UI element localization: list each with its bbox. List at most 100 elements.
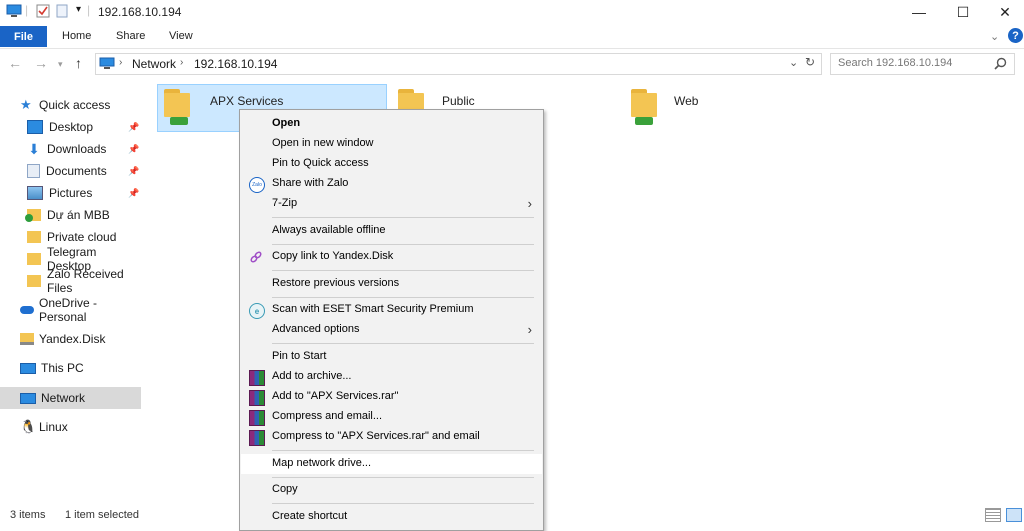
sidebar-item-zalo-received-files[interactable]: Zalo Received Files [0, 267, 141, 295]
large-icons-view-icon[interactable] [1006, 508, 1022, 522]
sidebar-item-downloads[interactable]: ⬇ Downloads 📌 [0, 138, 141, 160]
menu-item-open-new-window[interactable]: Open in new window [241, 134, 542, 154]
menu-item-label: Add to archive... [272, 370, 352, 382]
pictures-icon [27, 186, 43, 200]
tab-home[interactable]: Home [62, 30, 91, 42]
status-selection: 1 item selected [65, 509, 139, 521]
menu-item-compress-email[interactable]: Compress and email... [241, 407, 542, 427]
maximize-button[interactable]: ☐ [940, 0, 986, 24]
menu-item-map-network-drive[interactable]: Map network drive... [241, 454, 542, 474]
network-icon [20, 392, 36, 404]
sidebar-item-du-an-mbb[interactable]: Dự án MBB [0, 204, 141, 226]
title-bar: | ▾ | 192.168.10.194 — ☐ ✕ [0, 0, 1024, 24]
menu-item-open[interactable]: Open [241, 114, 542, 134]
menu-item-label: Share with Zalo [272, 177, 349, 189]
menu-item-pin-quick-access[interactable]: Pin to Quick access [241, 154, 542, 174]
menu-item-label: Copy link to Yandex.Disk [272, 250, 394, 262]
sidebar-item-onedrive[interactable]: OneDrive - Personal [0, 296, 141, 324]
details-view-icon[interactable] [985, 508, 1001, 522]
menu-separator [272, 477, 534, 478]
sidebar-item-pictures[interactable]: Pictures 📌 [0, 182, 141, 204]
tab-view[interactable]: View [169, 30, 193, 42]
menu-item-copy-yandex-link[interactable]: Copy link to Yandex.Disk [241, 247, 542, 267]
menu-separator [272, 450, 534, 451]
search-icon[interactable] [994, 57, 1007, 70]
sidebar-item-label: Documents [46, 164, 107, 178]
context-menu: Open Open in new window Pin to Quick acc… [239, 109, 544, 531]
menu-item-share-zalo[interactable]: Zalo Share with Zalo [241, 174, 542, 194]
refresh-icon[interactable]: ↻ [805, 55, 815, 69]
help-icon[interactable]: ? [1008, 28, 1023, 43]
minimize-button[interactable]: — [896, 0, 942, 24]
sidebar-item-label: Downloads [47, 142, 107, 156]
yandex-disk-icon [20, 333, 34, 345]
computer-icon[interactable] [6, 4, 22, 18]
file-label: Public [442, 94, 475, 108]
menu-item-advanced-options[interactable]: Advanced options › [241, 320, 542, 340]
sidebar-item-desktop[interactable]: Desktop 📌 [0, 116, 141, 138]
sidebar-item-network[interactable]: Network [0, 387, 141, 409]
breadcrumb-separator-icon: › [180, 57, 184, 68]
sidebar-item-label: OneDrive - Personal [39, 296, 98, 324]
menu-item-eset-scan[interactable]: e Scan with ESET Smart Security Premium [241, 300, 542, 320]
sidebar-item-label: Linux [39, 420, 68, 434]
network-share-overlay-icon [170, 117, 188, 125]
menu-item-restore-versions[interactable]: Restore previous versions [241, 274, 542, 294]
menu-item-always-offline[interactable]: Always available offline [241, 221, 542, 241]
sidebar-item-label: Network [41, 391, 86, 405]
desktop-icon [27, 120, 43, 134]
cloud-icon [20, 306, 34, 314]
sidebar-item-linux[interactable]: 🐧 Linux [0, 416, 141, 438]
sidebar-item-documents[interactable]: Documents 📌 [0, 160, 141, 182]
customize-toolbar-icon[interactable]: ▾ [76, 4, 81, 15]
menu-item-label: Advanced options [272, 323, 360, 335]
menu-item-label: Scan with ESET Smart Security Premium [272, 303, 474, 315]
file-tab[interactable]: File [0, 26, 47, 47]
menu-item-copy[interactable]: Copy [241, 480, 542, 500]
menu-separator [272, 297, 534, 298]
properties-icon[interactable] [36, 4, 50, 18]
breadcrumb-network[interactable]: Network [132, 57, 176, 71]
link-icon [250, 251, 262, 263]
expand-ribbon-icon[interactable]: ⌄ [990, 30, 999, 43]
sidebar-item-label: Pictures [49, 186, 93, 200]
menu-separator [272, 343, 534, 344]
menu-item-add-archive[interactable]: Add to archive... [241, 367, 542, 387]
breadcrumb-ip[interactable]: 192.168.10.194 [194, 57, 277, 71]
menu-item-7zip[interactable]: 7-Zip › [241, 194, 542, 214]
address-dropdown-icon[interactable]: ⌄ [789, 56, 798, 69]
file-item-web[interactable]: Web [628, 84, 848, 128]
menu-item-label: Compress to "APX Services.rar" and email [272, 430, 480, 442]
forward-arrow-icon[interactable]: → [34, 55, 48, 71]
search-placeholder: Search 192.168.10.194 [838, 57, 953, 69]
up-arrow-icon[interactable]: ↑ [75, 55, 82, 71]
sidebar-item-label: Dự án MBB [47, 208, 110, 222]
tab-share[interactable]: Share [116, 30, 145, 42]
search-input[interactable]: Search 192.168.10.194 [830, 53, 1015, 75]
menu-separator [272, 217, 534, 218]
back-arrow-icon[interactable]: ← [8, 55, 22, 71]
menu-item-label: Map network drive... [272, 457, 372, 469]
address-bar[interactable]: › Network › 192.168.10.194 ⌄ ↻ [95, 53, 822, 75]
menu-item-label: Open in new window [272, 137, 374, 149]
menu-item-label: Open [272, 117, 301, 129]
sidebar-item-label: Private cloud [47, 230, 117, 244]
sidebar-item-quick-access[interactable]: ★ Quick access [0, 94, 141, 116]
menu-item-compress-rar-email[interactable]: Compress to "APX Services.rar" and email [241, 427, 542, 447]
winrar-icon [249, 430, 265, 446]
recent-locations-icon[interactable]: ▾ [58, 59, 63, 70]
network-folder-icon [631, 89, 657, 117]
menu-item-add-to-rar[interactable]: Add to "APX Services.rar" [241, 387, 542, 407]
network-share-overlay-icon [635, 117, 653, 125]
network-folder-icon [164, 89, 190, 117]
star-icon: ★ [20, 97, 32, 112]
linux-penguin-icon: 🐧 [20, 419, 37, 434]
sidebar-item-this-pc[interactable]: This PC [0, 357, 141, 379]
new-folder-icon[interactable] [56, 4, 68, 18]
sidebar-item-label: Yandex.Disk [39, 332, 106, 346]
menu-item-pin-start[interactable]: Pin to Start [241, 347, 542, 367]
status-item-count: 3 items [10, 509, 46, 521]
close-button[interactable]: ✕ [982, 0, 1024, 24]
title-separator-2: | [87, 3, 91, 17]
sidebar-item-yandex-disk[interactable]: Yandex.Disk [0, 328, 141, 350]
